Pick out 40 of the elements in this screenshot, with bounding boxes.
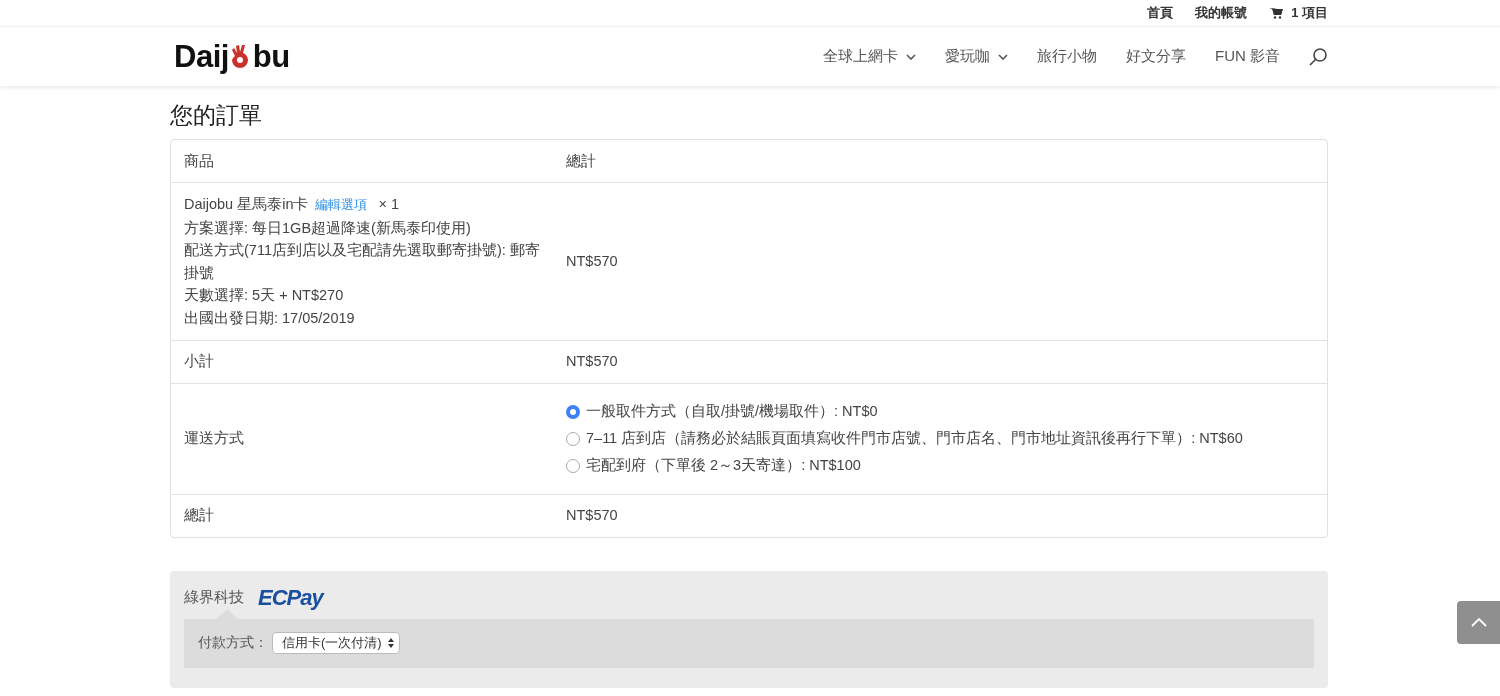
subtotal-value: NT$570 xyxy=(565,352,619,372)
radio-button[interactable] xyxy=(566,404,580,419)
total-value: NT$570 xyxy=(565,506,619,526)
brand-logo: ECPay xyxy=(258,584,323,611)
payment-method-select[interactable]: 信用卡(一次付清) xyxy=(272,632,400,655)
logo[interactable]: Daij bu xyxy=(174,38,290,75)
shipping-option[interactable]: 宅配到府（下單後 2～3天寄達）: NT$100 xyxy=(566,456,1314,476)
nav-item[interactable]: 旅行小物 xyxy=(1037,47,1097,66)
shipping-label: 運送方式 xyxy=(183,429,245,449)
product-quantity: × 1 xyxy=(378,195,400,214)
shipping-option[interactable]: 7–11 店到店（請務必於結賬頁面填寫收件門市店號、門市店名、門市地址資訊後再行下單）: NT$60 xyxy=(566,429,1314,449)
radio-button[interactable] xyxy=(566,458,580,473)
search-icon[interactable] xyxy=(1309,47,1328,66)
nav-item[interactable]: 全球上網卡 xyxy=(823,47,916,66)
nav-item[interactable]: 好文分享 xyxy=(1126,47,1186,66)
nav-item[interactable]: 愛玩咖 xyxy=(945,47,1008,66)
product-name: Daijobu 星馬泰in卡 xyxy=(184,195,309,214)
payment-method-label: 付款方式： xyxy=(198,634,268,653)
nav-item[interactable]: FUN 影音 xyxy=(1215,47,1280,66)
shipping-option[interactable]: 一般取件方式（自取/掛號/機場取件）: NT$0 xyxy=(566,402,1314,422)
top-link[interactable]: 我的帳號 xyxy=(1195,4,1248,22)
edit-options-link[interactable]: 編輯選項 xyxy=(314,194,367,217)
line-total: NT$570 xyxy=(565,252,619,271)
product-detail: 天數選擇: 5天 + NT$270 xyxy=(184,286,345,306)
column-header: 總計 xyxy=(565,151,597,171)
column-header: 商品 xyxy=(183,151,215,171)
product-detail: 方案選擇: 每日1GB超過降速(新馬泰印使用) xyxy=(184,218,472,238)
payment-provider: 綠界科技 xyxy=(184,588,244,608)
chevron-up-icon xyxy=(1470,618,1487,627)
total-label: 總計 xyxy=(183,506,215,526)
updown-icon xyxy=(387,638,394,649)
radio-button[interactable] xyxy=(566,431,580,446)
cart-icon xyxy=(1269,7,1284,19)
product-detail: 配送方式(711店到店以及宅配請先選取郵寄掛號): 郵寄掛號 xyxy=(184,241,540,283)
back-to-top-button[interactable] xyxy=(1457,601,1500,644)
cart-link[interactable]: 1 項目 xyxy=(1269,4,1328,22)
page-title: 您的訂單 xyxy=(170,101,263,130)
product-detail: 出國出發日期: 17/05/2019 xyxy=(184,308,356,328)
subtotal-label: 小計 xyxy=(183,352,215,372)
top-link[interactable]: 首頁 xyxy=(1147,4,1174,22)
